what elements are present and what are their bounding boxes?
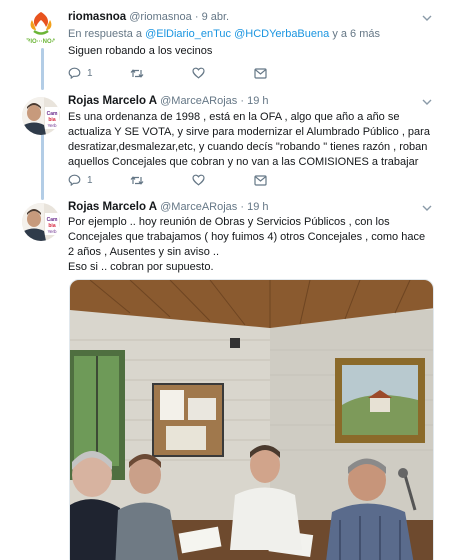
tweet-text-line: Por ejemplo .. hoy reunión de Obras y Se…	[68, 216, 426, 258]
author-name[interactable]: Rojas Marcelo A	[68, 201, 157, 213]
like-button[interactable]	[192, 67, 254, 79]
tweet-header: Rojas Marcelo A @MarceARojas · 19 h	[68, 201, 269, 213]
mention-link[interactable]: @HCDYerbaBuena	[234, 28, 329, 40]
avatar[interactable]: RIO···NOA	[22, 8, 60, 46]
tweet-header: riomasnoa @riomasnoa · 9 abr.	[68, 11, 230, 23]
author-handle[interactable]: @MarceARojas	[160, 201, 237, 213]
author-name[interactable]: riomasnoa	[68, 11, 126, 23]
avatar[interactable]: Cam bia Yerb	[22, 97, 60, 135]
retweet-button[interactable]	[130, 175, 192, 186]
author-handle[interactable]: @riomasnoa	[129, 11, 192, 23]
svg-text:Yerb: Yerb	[47, 229, 57, 234]
author-name[interactable]: Rojas Marcelo A	[68, 95, 157, 107]
tweet-riomasnoa[interactable]: RIO···NOA riomasnoa @riomasnoa · 9 abr. …	[0, 0, 460, 92]
reply-button[interactable]: 1	[68, 174, 130, 186]
reply-count: 1	[87, 174, 93, 186]
timestamp[interactable]: 19 h	[247, 201, 268, 213]
reply-button[interactable]: 1	[68, 67, 130, 79]
like-button[interactable]	[192, 174, 254, 186]
more-recipients[interactable]: y a 6 más	[332, 28, 380, 40]
riomasnoa-logo-icon: RIO···NOA	[22, 8, 60, 46]
retweet-icon	[130, 175, 144, 185]
tweet-header: Rojas Marcelo A @MarceARojas · 19 h	[68, 95, 269, 107]
reply-count: 1	[87, 67, 93, 79]
chevron-down-icon[interactable]	[422, 98, 432, 108]
retweet-icon	[130, 68, 144, 78]
svg-text:RIO···NOA: RIO···NOA	[26, 39, 57, 45]
chevron-down-icon[interactable]	[422, 204, 432, 214]
tweet-text: Es una ordenanza de 1998 , está en la OF…	[68, 111, 430, 168]
mention-link[interactable]: @ElDiario_enTuc	[145, 28, 231, 40]
heart-icon	[192, 174, 205, 186]
action-bar: 1	[68, 173, 316, 187]
profile-photo-icon: Cam bia Yerb	[22, 203, 60, 241]
retweet-button[interactable]	[130, 68, 192, 79]
tweet-text: Siguen robando a los vecinos	[68, 45, 213, 57]
action-bar: 1	[68, 66, 316, 80]
envelope-icon	[254, 174, 267, 186]
avatar[interactable]: Cam bia Yerb	[22, 203, 60, 241]
timestamp[interactable]: 19 h	[247, 95, 268, 107]
dm-button[interactable]	[254, 174, 316, 186]
dm-button[interactable]	[254, 67, 316, 79]
reply-context: En respuesta a @ElDiario_enTuc @HCDYerba…	[68, 28, 380, 40]
reply-icon	[68, 67, 81, 79]
svg-text:Yerb: Yerb	[47, 123, 57, 128]
envelope-icon	[254, 67, 267, 79]
author-handle[interactable]: @MarceARojas	[160, 95, 237, 107]
chevron-down-icon[interactable]	[422, 14, 432, 24]
tweet-text-line: Eso si .. cobran por supuesto.	[68, 261, 214, 273]
tweet-text: Por ejemplo .. hoy reunión de Obras y Se…	[68, 215, 434, 275]
reply-icon	[68, 174, 81, 186]
tweet-marcearojas-1[interactable]: Cam bia Yerb Rojas Marcelo A @MarceARoja…	[0, 92, 460, 198]
timestamp[interactable]: 9 abr.	[202, 11, 230, 23]
meeting-photo	[70, 280, 433, 560]
heart-icon	[192, 67, 205, 79]
tweet-photo[interactable]	[69, 279, 434, 560]
profile-photo-icon: Cam bia Yerb	[22, 97, 60, 135]
